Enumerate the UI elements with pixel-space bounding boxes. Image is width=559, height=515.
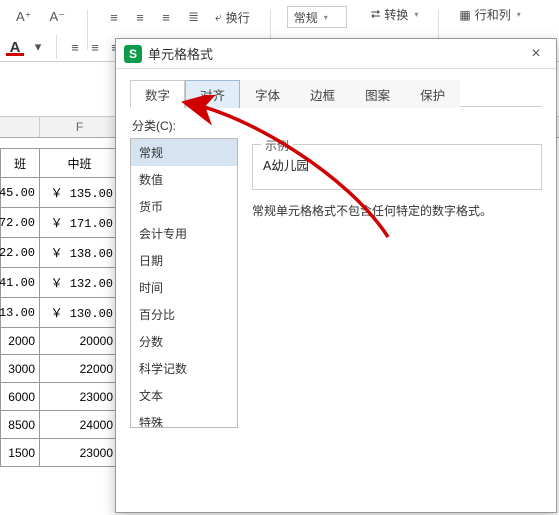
cell[interactable]: ￥ 171.00 xyxy=(40,208,120,238)
col-header[interactable]: F xyxy=(40,117,120,137)
cell[interactable]: 2000 xyxy=(0,327,40,355)
close-icon[interactable]: × xyxy=(524,42,548,66)
category-item[interactable]: 日期 xyxy=(131,247,237,274)
sample-legend: 示例 xyxy=(261,137,293,154)
format-description: 常规单元格格式不包含任何特定的数字格式。 xyxy=(252,202,542,221)
app-icon: S xyxy=(124,45,142,63)
sample-groupbox: 示例 A幼儿园 xyxy=(252,144,542,190)
font-color-button[interactable]: A xyxy=(2,36,28,58)
category-item[interactable]: 货币 xyxy=(131,193,237,220)
tab-图案[interactable]: 图案 xyxy=(350,80,405,108)
color-bar xyxy=(6,53,24,56)
tab-边框[interactable]: 边框 xyxy=(295,80,350,108)
convert-icon: ⮂ xyxy=(371,7,381,22)
category-item[interactable]: 百分比 xyxy=(131,301,237,328)
rows-cols-button[interactable]: ▦ 行和列 xyxy=(455,6,524,23)
cell[interactable]: 23000 xyxy=(40,383,120,411)
cell[interactable]: ￥ 135.00 xyxy=(40,178,120,208)
cell[interactable]: 72.00 xyxy=(0,208,40,238)
cell[interactable]: 22000 xyxy=(40,355,120,383)
cell[interactable]: 13.00 xyxy=(0,298,40,328)
font-color-dropdown[interactable]: ▾ xyxy=(28,36,48,58)
category-item[interactable]: 时间 xyxy=(131,274,237,301)
align-justify-button[interactable]: ≣ xyxy=(182,6,205,28)
align-top-button[interactable]: ≡ xyxy=(104,6,124,28)
tab-strip: 数字对齐字体边框图案保护 xyxy=(130,79,542,107)
cell[interactable]: 中班 xyxy=(40,148,120,178)
align-middle-button[interactable]: ≡ xyxy=(130,6,150,28)
wrap-text-button[interactable]: ⤶ 换行 xyxy=(211,9,254,26)
dialog-titlebar[interactable]: S 单元格格式 × xyxy=(116,39,556,69)
tab-保护[interactable]: 保护 xyxy=(405,80,460,108)
category-item[interactable]: 常规 xyxy=(131,139,237,166)
cell[interactable]: 45.00 xyxy=(0,178,40,208)
category-item[interactable]: 科学记数 xyxy=(131,355,237,382)
cell[interactable]: ￥ 132.00 xyxy=(40,268,120,298)
toolbar-separator xyxy=(56,35,57,59)
grid-icon: ▦ xyxy=(459,8,470,22)
tab-字体[interactable]: 字体 xyxy=(240,80,295,108)
cell[interactable]: 20000 xyxy=(40,327,120,355)
align-bottom-button[interactable]: ≡ xyxy=(156,6,176,28)
cell[interactable]: 23000 xyxy=(40,439,120,467)
category-listbox[interactable]: 常规数值货币会计专用日期时间百分比分数科学记数文本特殊自定义 xyxy=(130,138,238,428)
cell[interactable]: 8500 xyxy=(0,411,40,439)
dialog-title: 单元格格式 xyxy=(148,44,518,63)
font-size-decrease-button[interactable]: A⁻ xyxy=(44,6,72,28)
cell[interactable]: 班 xyxy=(0,148,40,178)
cell[interactable]: 3000 xyxy=(0,355,40,383)
cell[interactable]: 1500 xyxy=(0,439,40,467)
category-item[interactable]: 分数 xyxy=(131,328,237,355)
category-item[interactable]: 特殊 xyxy=(131,409,237,428)
align-left-button[interactable]: ≡ xyxy=(65,36,85,58)
category-item[interactable]: 会计专用 xyxy=(131,220,237,247)
convert-button[interactable]: ⮂ 转换 xyxy=(367,6,423,23)
cell[interactable]: ￥ 138.00 xyxy=(40,238,120,268)
font-size-increase-button[interactable]: A⁺ xyxy=(10,6,38,28)
cell[interactable]: 24000 xyxy=(40,411,120,439)
category-item[interactable]: 文本 xyxy=(131,382,237,409)
tab-对齐[interactable]: 对齐 xyxy=(185,80,240,108)
align-center-button[interactable]: ≡ xyxy=(85,36,105,58)
wrap-icon: ⤶ xyxy=(215,10,222,25)
sample-value: A幼儿园 xyxy=(263,155,531,174)
tab-数字[interactable]: 数字 xyxy=(130,80,185,108)
number-format-combo[interactable]: 常规 xyxy=(287,6,347,28)
col-header[interactable] xyxy=(0,117,40,137)
category-label: 分类(C): xyxy=(132,117,542,134)
category-item[interactable]: 数值 xyxy=(131,166,237,193)
cell[interactable]: 6000 xyxy=(0,383,40,411)
cell-format-dialog: S 单元格格式 × 数字对齐字体边框图案保护 分类(C): 常规数值货币会计专用… xyxy=(115,38,557,513)
cell[interactable]: ￥ 130.00 xyxy=(40,298,120,328)
cell[interactable]: 22.00 xyxy=(0,238,40,268)
cell[interactable]: 41.00 xyxy=(0,268,40,298)
